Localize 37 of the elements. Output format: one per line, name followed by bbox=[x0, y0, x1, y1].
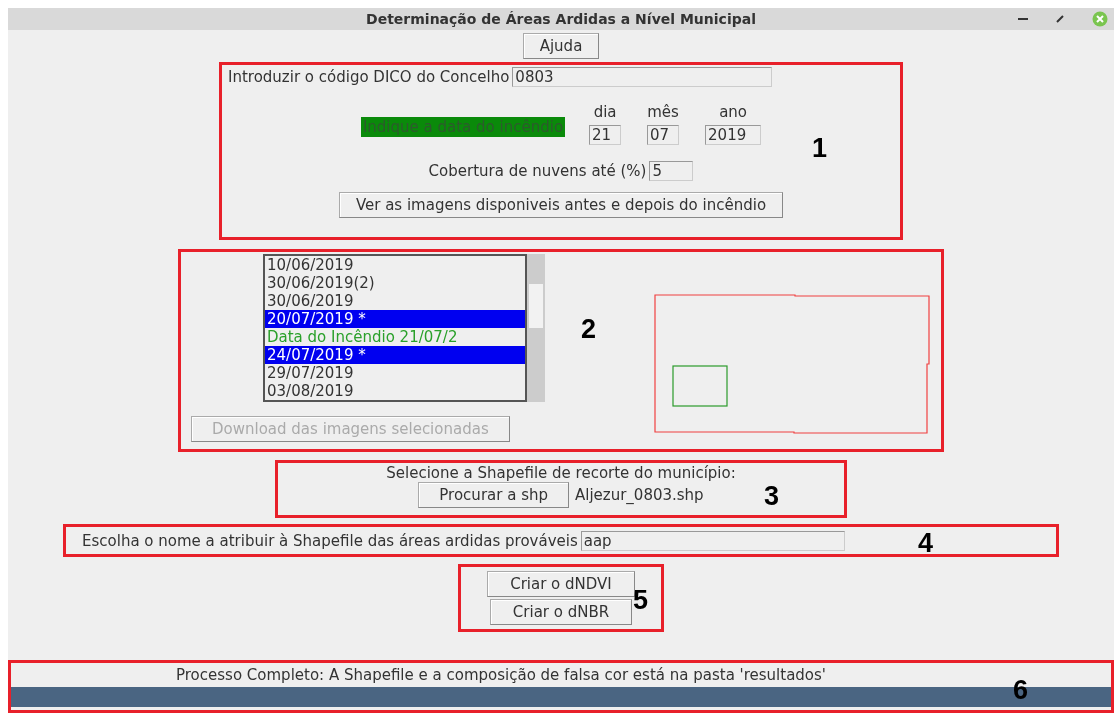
image-list-item[interactable]: 30/06/2019 bbox=[265, 292, 525, 310]
date-label: dia bbox=[593, 103, 617, 121]
cloud-cover-label: Cobertura de nuvens até (%) bbox=[428, 162, 647, 180]
date-label: mês bbox=[647, 103, 679, 121]
date-field[interactable]: 2019 bbox=[705, 125, 762, 145]
create-index-button[interactable]: Criar o dNBR bbox=[489, 599, 633, 625]
dico-field[interactable]: 0803 bbox=[512, 67, 773, 87]
image-list-item[interactable]: 30/06/2019(2) bbox=[265, 274, 525, 292]
image-list-item[interactable]: 20/07/2019 * bbox=[265, 310, 525, 328]
minimize-icon[interactable] bbox=[1018, 17, 1028, 21]
date-field[interactable]: 07 bbox=[647, 125, 680, 145]
restore-icon[interactable] bbox=[1056, 15, 1064, 23]
annotation-number: 4 bbox=[918, 528, 934, 559]
date-field[interactable]: 21 bbox=[589, 125, 622, 145]
status-message: Processo Completo: A Shapefile e a composição de falsa cor está na pasta 'resultados' bbox=[176, 666, 826, 684]
cloud-cover-field[interactable]: 5 bbox=[649, 161, 694, 181]
dico-label: Introduzir o código DICO do Concelho bbox=[228, 68, 510, 86]
image-list[interactable]: 10/06/2019 30/06/2019(2) 30/06/2019 20/07/2019 * Data do Incêndio 21/07/2 24/07/2019 * 29/07/2019 03/08/2019 bbox=[263, 254, 527, 402]
help-button[interactable]: Ajuda bbox=[522, 33, 600, 59]
annotation-number: 1 bbox=[812, 133, 828, 164]
image-list-item[interactable]: 29/07/2019 bbox=[265, 364, 525, 382]
create-index-button[interactable]: Criar o dNDVI bbox=[487, 571, 635, 597]
annotation-number: 5 bbox=[633, 585, 649, 616]
browse-shp-button[interactable]: Procurar a shp bbox=[418, 482, 569, 508]
annotation-number: 3 bbox=[764, 481, 780, 512]
image-list-item[interactable]: 03/08/2019 bbox=[265, 382, 525, 400]
annotation-number: 2 bbox=[581, 314, 597, 345]
output-name-label: Escolha o nome a atribuir à Shapefile das áreas ardidas prováveis bbox=[82, 531, 578, 550]
image-list-item[interactable]: 24/07/2019 * bbox=[265, 346, 525, 364]
window-title: Determinação de Áreas Ardidas a Nível Municipal bbox=[366, 11, 756, 27]
date-label: ano bbox=[719, 103, 747, 121]
file-name: Aljezur_0803.shp bbox=[575, 486, 704, 504]
view-images-button[interactable]: Ver as imagens disponiveis antes e depois do incêndio bbox=[338, 192, 784, 218]
output-name-field[interactable]: aap bbox=[580, 530, 845, 551]
scrollbar[interactable] bbox=[527, 254, 545, 402]
shapefile-label: Selecione a Shapefile de recorte do município: bbox=[386, 464, 736, 482]
image-list-item[interactable]: 10/06/2019 bbox=[265, 256, 525, 274]
